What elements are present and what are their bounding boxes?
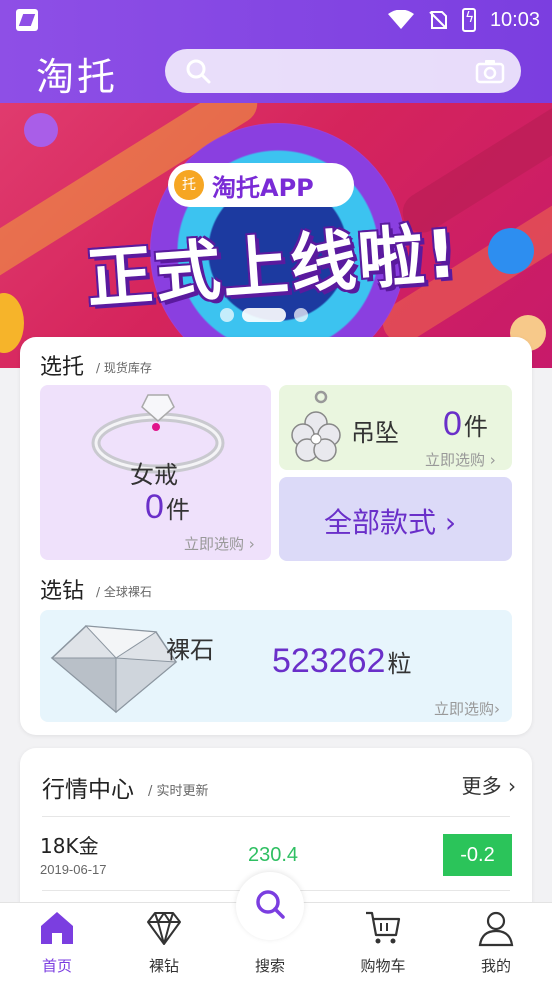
cart-icon <box>366 911 401 944</box>
metal-name: 18K金 <box>40 834 99 858</box>
wifi-icon <box>387 10 414 29</box>
nav-diamond[interactable]: 裸钻 <box>119 909 209 979</box>
banner-app-name: 淘托APP <box>212 173 314 202</box>
loose-stone-count-unit: 粒 <box>387 651 412 678</box>
select-diamond-subtitle: / 全球裸石 <box>96 585 152 599</box>
ring-count: 0件 <box>145 488 190 527</box>
pager-dot[interactable] <box>220 308 234 322</box>
pendant-count-unit: 件 <box>463 414 488 441</box>
search-fab-button[interactable] <box>236 872 304 940</box>
top-bar: 10:03 淘托 <box>0 0 552 103</box>
pendant-icon <box>291 390 341 462</box>
status-time: 10:03 <box>489 8 540 31</box>
user-icon <box>478 911 514 947</box>
ring-count-value: 0 <box>145 488 164 526</box>
ring-buy-link[interactable]: 立即选购 › <box>184 533 255 554</box>
pendant-count-value: 0 <box>443 405 462 443</box>
ring-tile[interactable]: 女戒 0件 立即选购 › <box>40 385 271 560</box>
market-more-link[interactable]: 更多 › <box>462 770 516 799</box>
pendant-count: 0件 <box>443 405 488 444</box>
pendant-tile[interactable]: 吊坠 0件 立即选购 › <box>279 385 512 470</box>
loose-stone-count-value: 523262 <box>272 642 386 680</box>
select-diamond-title: 选钻 <box>40 579 85 604</box>
pendant-buy-link[interactable]: 立即选购 › <box>425 449 496 470</box>
camera-icon[interactable] <box>475 58 505 84</box>
battery-charging-icon <box>461 8 476 32</box>
all-styles-tile[interactable]: 全部款式 › <box>279 477 512 561</box>
ring-label: 女戒 <box>130 461 178 489</box>
banner-ball <box>0 293 24 353</box>
diamond-icon <box>147 912 181 945</box>
metal-date: 2019-06-17 <box>40 862 107 877</box>
home-icon <box>41 912 73 944</box>
loose-stone-label: 裸石 <box>166 636 214 664</box>
pager-dot-active[interactable] <box>242 308 286 322</box>
nav-home-label: 首页 <box>41 957 72 975</box>
all-styles-link[interactable]: 全部款式 › <box>324 501 456 541</box>
nav-search-label: 搜索 <box>254 957 285 975</box>
nav-cart-label: 购物车 <box>360 957 406 975</box>
status-right: 10:03 <box>387 6 540 34</box>
banner-ball <box>24 113 58 147</box>
divider <box>42 816 510 817</box>
nav-diamond-label: 裸钻 <box>148 957 179 975</box>
search-icon <box>186 59 211 84</box>
banner-badge: 托 <box>174 170 204 200</box>
market-title: 行情中心 <box>42 777 134 803</box>
product-selection-card: 选托 / 现货库存 女戒 0件 立即选购 › 吊坠 0件 立即选购 › 全部款式… <box>20 337 532 735</box>
diamond-image-icon <box>50 625 178 714</box>
pendant-label: 吊坠 <box>351 419 399 447</box>
nav-home[interactable]: 首页 <box>12 909 102 979</box>
loose-stone-count: 523262粒 <box>272 642 411 681</box>
price-change-badge: -0.2 <box>443 834 512 876</box>
select-tuo-title: 选托 <box>40 355 85 380</box>
search-bar[interactable] <box>165 49 521 93</box>
banner-app-pill: 托 淘托APP <box>168 163 354 207</box>
ring-count-unit: 件 <box>165 497 190 524</box>
no-sim-icon <box>429 11 447 29</box>
metal-price: 230.4 <box>248 844 299 866</box>
banner-ball <box>488 228 534 274</box>
app-logo: 淘托 <box>36 55 119 99</box>
nav-cart[interactable]: 购物车 <box>338 909 428 979</box>
promo-banner[interactable]: 托 淘托APP 正式上线啦! <box>0 103 552 368</box>
nav-profile[interactable]: 我的 <box>451 909 541 979</box>
status-bar: 10:03 <box>0 0 552 40</box>
app-notification-icon <box>16 9 38 31</box>
nav-profile-label: 我的 <box>480 957 511 975</box>
market-subtitle: / 实时更新 <box>148 784 209 799</box>
select-tuo-subtitle: / 现货库存 <box>96 361 152 375</box>
banner-pager <box>220 306 332 324</box>
pager-dot[interactable] <box>294 308 308 322</box>
loose-stone-buy-link[interactable]: 立即选购› <box>434 698 500 719</box>
loose-stone-tile[interactable]: 裸石 523262粒 立即选购› <box>40 610 512 722</box>
search-icon <box>256 890 285 919</box>
